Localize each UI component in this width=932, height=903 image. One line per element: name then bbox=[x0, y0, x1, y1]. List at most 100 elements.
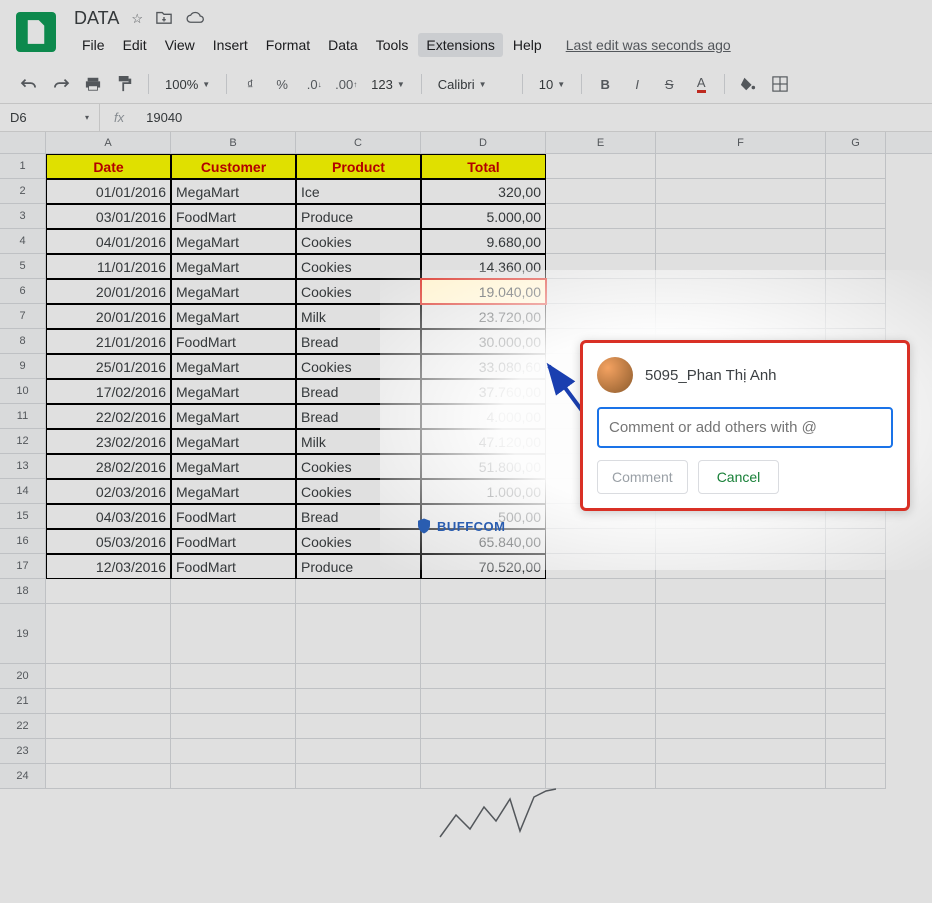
cell[interactable]: 04/03/2016 bbox=[46, 504, 171, 529]
row-header[interactable]: 4 bbox=[0, 229, 46, 254]
cell[interactable]: 4.000,00 bbox=[421, 404, 546, 429]
redo-button[interactable] bbox=[48, 71, 74, 97]
sheets-logo[interactable] bbox=[16, 12, 56, 52]
cell[interactable] bbox=[546, 554, 656, 579]
cell[interactable]: MegaMart bbox=[171, 254, 296, 279]
cell[interactable] bbox=[656, 764, 826, 789]
cell[interactable] bbox=[296, 579, 421, 604]
cell[interactable] bbox=[656, 154, 826, 179]
cell[interactable]: MegaMart bbox=[171, 404, 296, 429]
cell[interactable]: Cookies bbox=[296, 279, 421, 304]
cell[interactable]: Cookies bbox=[296, 454, 421, 479]
cell[interactable] bbox=[546, 229, 656, 254]
cell[interactable] bbox=[656, 279, 826, 304]
cell[interactable] bbox=[546, 179, 656, 204]
cell[interactable] bbox=[296, 604, 421, 664]
cell[interactable]: MegaMart bbox=[171, 429, 296, 454]
cell[interactable]: Ice bbox=[296, 179, 421, 204]
cell[interactable] bbox=[46, 579, 171, 604]
cell[interactable] bbox=[656, 739, 826, 764]
cell[interactable]: 03/01/2016 bbox=[46, 204, 171, 229]
text-color-button[interactable]: A bbox=[688, 71, 714, 97]
cloud-status-icon[interactable] bbox=[185, 10, 205, 27]
cell[interactable] bbox=[296, 739, 421, 764]
cell[interactable] bbox=[46, 714, 171, 739]
row-header[interactable]: 9 bbox=[0, 354, 46, 379]
cell[interactable] bbox=[826, 529, 886, 554]
cell[interactable]: FoodMart bbox=[171, 554, 296, 579]
menu-file[interactable]: File bbox=[74, 33, 113, 57]
cell[interactable]: 12/03/2016 bbox=[46, 554, 171, 579]
cell[interactable]: Milk bbox=[296, 304, 421, 329]
cell[interactable] bbox=[546, 604, 656, 664]
cell[interactable] bbox=[171, 764, 296, 789]
header-date[interactable]: Date bbox=[46, 154, 171, 179]
doc-title[interactable]: DATA bbox=[74, 8, 119, 29]
cell[interactable]: 02/03/2016 bbox=[46, 479, 171, 504]
col-header-d[interactable]: D bbox=[421, 132, 546, 153]
cell[interactable] bbox=[546, 204, 656, 229]
name-box[interactable]: D6▾ bbox=[0, 104, 100, 131]
cell[interactable] bbox=[826, 739, 886, 764]
menu-format[interactable]: Format bbox=[258, 33, 318, 57]
cell[interactable]: Produce bbox=[296, 554, 421, 579]
cell[interactable]: MegaMart bbox=[171, 479, 296, 504]
increase-decimal-button[interactable]: .00↑ bbox=[333, 71, 359, 97]
decrease-decimal-button[interactable]: .0↓ bbox=[301, 71, 327, 97]
cell[interactable]: 25/01/2016 bbox=[46, 354, 171, 379]
cell[interactable] bbox=[46, 664, 171, 689]
cell[interactable] bbox=[171, 604, 296, 664]
row-header[interactable]: 22 bbox=[0, 714, 46, 739]
cell[interactable]: 33.080,60 bbox=[421, 354, 546, 379]
cell[interactable]: MegaMart bbox=[171, 229, 296, 254]
cell[interactable] bbox=[421, 714, 546, 739]
cell[interactable]: Bread bbox=[296, 404, 421, 429]
fill-color-button[interactable] bbox=[735, 71, 761, 97]
header-total[interactable]: Total bbox=[421, 154, 546, 179]
cell[interactable]: 19.040,00 bbox=[421, 279, 546, 304]
cell[interactable] bbox=[546, 529, 656, 554]
cell[interactable] bbox=[421, 739, 546, 764]
col-header-a[interactable]: A bbox=[46, 132, 171, 153]
cell[interactable] bbox=[46, 739, 171, 764]
cell[interactable]: Cookies bbox=[296, 479, 421, 504]
row-header[interactable]: 10 bbox=[0, 379, 46, 404]
undo-button[interactable] bbox=[16, 71, 42, 97]
cell[interactable]: 5.000,00 bbox=[421, 204, 546, 229]
borders-button[interactable] bbox=[767, 71, 793, 97]
cell[interactable] bbox=[826, 689, 886, 714]
cell[interactable]: 320,00 bbox=[421, 179, 546, 204]
currency-button[interactable]: ₫ bbox=[237, 71, 263, 97]
italic-button[interactable]: I bbox=[624, 71, 650, 97]
cell[interactable]: 11/01/2016 bbox=[46, 254, 171, 279]
cell[interactable]: 70.520,00 bbox=[421, 554, 546, 579]
cell[interactable]: Cookies bbox=[296, 229, 421, 254]
cell[interactable] bbox=[546, 739, 656, 764]
cell[interactable] bbox=[656, 714, 826, 739]
cell[interactable] bbox=[656, 529, 826, 554]
cell[interactable]: FoodMart bbox=[171, 504, 296, 529]
cell[interactable] bbox=[656, 254, 826, 279]
cell[interactable]: 51.800,00 bbox=[421, 454, 546, 479]
row-header[interactable]: 17 bbox=[0, 554, 46, 579]
cell[interactable] bbox=[546, 279, 656, 304]
cell[interactable]: Cookies bbox=[296, 254, 421, 279]
cell[interactable] bbox=[421, 579, 546, 604]
cell[interactable]: Bread bbox=[296, 329, 421, 354]
cell[interactable]: MegaMart bbox=[171, 454, 296, 479]
cell[interactable] bbox=[546, 579, 656, 604]
menu-edit[interactable]: Edit bbox=[115, 33, 155, 57]
comment-cancel-button[interactable]: Cancel bbox=[698, 460, 780, 494]
cell[interactable]: 14.360,00 bbox=[421, 254, 546, 279]
cell[interactable]: 47.120,00 bbox=[421, 429, 546, 454]
row-header[interactable]: 6 bbox=[0, 279, 46, 304]
cell[interactable]: 23.720,00 bbox=[421, 304, 546, 329]
row-header[interactable]: 1 bbox=[0, 154, 46, 179]
comment-input[interactable] bbox=[597, 407, 893, 448]
cell[interactable]: MegaMart bbox=[171, 304, 296, 329]
row-header[interactable]: 18 bbox=[0, 579, 46, 604]
cell[interactable]: FoodMart bbox=[171, 204, 296, 229]
cell[interactable]: 20/01/2016 bbox=[46, 279, 171, 304]
cell[interactable]: Cookies bbox=[296, 529, 421, 554]
menu-tools[interactable]: Tools bbox=[368, 33, 417, 57]
